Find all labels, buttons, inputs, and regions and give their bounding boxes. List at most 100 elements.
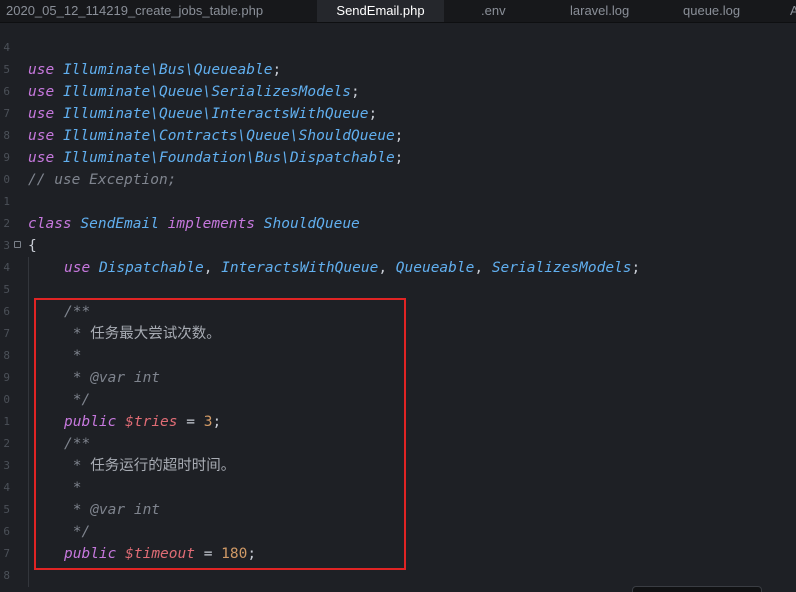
line-content: use Illuminate\Bus\Queueable; bbox=[28, 59, 281, 81]
code-line: 5 use Illuminate\Bus\Queueable; bbox=[0, 59, 796, 81]
namespace: Illuminate\Queue\InteractsWithQueue bbox=[62, 106, 369, 122]
trait-name: Dispatchable bbox=[98, 260, 204, 276]
keyword: use bbox=[28, 128, 55, 144]
punctuation: ; bbox=[368, 106, 378, 122]
line-content: use Dispatchable, InteractsWithQueue, Qu… bbox=[64, 257, 640, 279]
code-line: 3 * 任务运行的超时时间。 bbox=[0, 455, 796, 477]
punctuation: ; bbox=[351, 84, 360, 100]
operator: = bbox=[177, 414, 204, 430]
comment: */ bbox=[64, 392, 91, 408]
line-number: 8 bbox=[3, 569, 10, 582]
punctuation: ; bbox=[394, 128, 404, 144]
comment: // use Exception; bbox=[28, 172, 177, 188]
code-line: 4 bbox=[0, 37, 796, 59]
code-line: 7 * 任务最大尝试次数。 bbox=[0, 323, 796, 345]
code-line: 5 * @var int bbox=[0, 499, 796, 521]
comment: * bbox=[64, 348, 82, 364]
line-number: 0 bbox=[3, 393, 10, 406]
code-line: 3{ bbox=[0, 235, 796, 257]
line-content: use Illuminate\Foundation\Bus\Dispatchab… bbox=[28, 147, 403, 169]
interface-name: ShouldQueue bbox=[263, 216, 360, 232]
line-number: 6 bbox=[3, 525, 10, 538]
line-number: 8 bbox=[3, 349, 10, 362]
code-line: 8 * bbox=[0, 345, 796, 367]
line-number: 1 bbox=[3, 195, 10, 208]
line-number: 7 bbox=[3, 547, 10, 560]
trait-name: InteractsWithQueue bbox=[221, 260, 379, 276]
punctuation: ; bbox=[272, 62, 282, 78]
line-content: /** bbox=[64, 301, 90, 323]
comment: * bbox=[64, 458, 91, 474]
comment: /** bbox=[64, 304, 91, 320]
line-content: * @var int bbox=[64, 499, 160, 521]
line-content: use Illuminate\Queue\InteractsWithQueue; bbox=[28, 103, 377, 125]
line-number: 8 bbox=[3, 129, 10, 142]
tab-env[interactable]: .env bbox=[481, 0, 506, 22]
code-line: 4 * bbox=[0, 477, 796, 499]
namespace: Illuminate\Queue\SerializesModels bbox=[62, 84, 352, 100]
namespace: Illuminate\Bus\Queueable bbox=[62, 62, 273, 78]
indent-guide bbox=[28, 257, 29, 587]
keyword: use bbox=[28, 106, 55, 122]
code-line: 7 use Illuminate\Queue\InteractsWithQueue… bbox=[0, 103, 796, 125]
class-name: SendEmail bbox=[80, 216, 159, 232]
tab-bar: 2020_05_12_114219_create_jobs_table.php … bbox=[0, 0, 796, 23]
code-line: 1 public $tries = 3; bbox=[0, 411, 796, 433]
line-content: * 任务最大尝试次数。 bbox=[64, 323, 221, 345]
brace: { bbox=[28, 238, 37, 254]
code-line: 6 */ bbox=[0, 521, 796, 543]
line-number: 9 bbox=[3, 151, 10, 164]
keyword: use bbox=[28, 84, 55, 100]
keyword: public bbox=[64, 546, 117, 562]
line-number: 7 bbox=[3, 327, 10, 340]
status-popup bbox=[632, 586, 762, 592]
line-content: */ bbox=[64, 521, 90, 543]
line-content: * bbox=[64, 345, 82, 367]
code-line: 9 use Illuminate\Foundation\Bus\Dispatcha… bbox=[0, 147, 796, 169]
number: 180 bbox=[221, 546, 248, 562]
code-line: 8 use Illuminate\Contracts\Queue\ShouldQu… bbox=[0, 125, 796, 147]
line-number: 4 bbox=[3, 481, 10, 494]
code-line: 6 use Illuminate\Queue\SerializesModels; bbox=[0, 81, 796, 103]
variable: $tries bbox=[125, 414, 178, 430]
comment: * bbox=[64, 480, 82, 496]
line-number: 2 bbox=[3, 437, 10, 450]
namespace: Illuminate\Foundation\Bus\Dispatchable bbox=[62, 150, 395, 166]
comment-text: 任务最大尝试次数。 bbox=[90, 326, 221, 342]
code-line: 7 public $timeout = 180; bbox=[0, 543, 796, 565]
trait-name: Queueable bbox=[395, 260, 475, 276]
line-number: 7 bbox=[3, 107, 10, 120]
line-content: public $tries = 3; bbox=[64, 411, 221, 433]
line-number: 6 bbox=[3, 85, 10, 98]
punctuation: ; bbox=[394, 150, 404, 166]
keyword: use bbox=[28, 62, 55, 78]
line-number: 6 bbox=[3, 305, 10, 318]
line-content: * bbox=[64, 477, 82, 499]
tab-overflow[interactable]: A bbox=[790, 0, 796, 22]
code-editor: 2020_05_12_114219_create_jobs_table.php … bbox=[0, 0, 796, 592]
line-content: use Illuminate\Queue\SerializesModels; bbox=[28, 81, 360, 103]
comment: * @var int bbox=[64, 502, 161, 518]
punctuation: ; bbox=[212, 414, 222, 430]
tab-sendemail[interactable]: SendEmail.php bbox=[317, 0, 444, 22]
code-line: 1 bbox=[0, 191, 796, 213]
tab-laravel-log[interactable]: laravel.log bbox=[570, 0, 629, 22]
tab-queue-log[interactable]: queue.log bbox=[683, 0, 740, 22]
line-number: 4 bbox=[3, 41, 10, 54]
line-number: 2 bbox=[3, 217, 10, 230]
punctuation: ; bbox=[631, 260, 641, 276]
code-line: 2 /** bbox=[0, 433, 796, 455]
line-number: 3 bbox=[3, 459, 10, 472]
code-line: 8 bbox=[0, 565, 796, 587]
fold-toggle-icon[interactable] bbox=[14, 241, 21, 248]
tab-create-jobs-table[interactable]: 2020_05_12_114219_create_jobs_table.php bbox=[6, 0, 263, 22]
keyword: use bbox=[64, 260, 91, 276]
code-line: 0 // use Exception; bbox=[0, 169, 796, 191]
